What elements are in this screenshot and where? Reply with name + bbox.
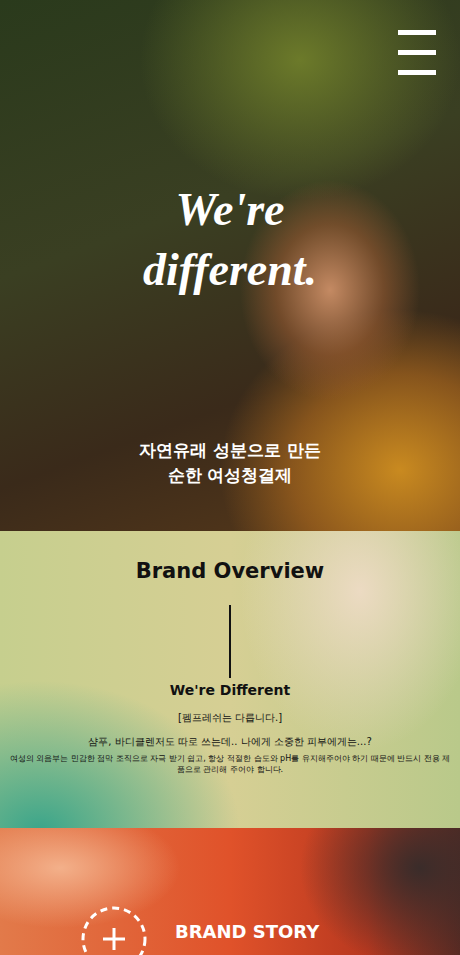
brand-overview-section: Brand Overview We're Different [펨프레쉬는 다릅… [0,531,460,828]
overview-question: 샴푸, 바디클렌저도 따로 쓰는데.. 나에게 소중한 피부에게는...? [88,735,371,749]
overview-body: 여성의 외음부는 민감한 점막 조직으로 자극 받기 쉽고, 항상 적절한 습도… [6,753,454,775]
page: We'redifferent. 자연유래 성분으로 만든순한 여성청결제 Bra… [0,0,460,955]
hero-subtitle-line: 자연유래 성분으로 만든 [139,438,321,463]
overview-title: Brand Overview [136,557,325,585]
divider-line [229,605,231,678]
hero-subtitle-line: 순한 여성청결제 [139,463,321,488]
hero-section: We'redifferent. 자연유래 성분으로 만든순한 여성청결제 [0,0,460,531]
hero-subtitle: 자연유래 성분으로 만든순한 여성청결제 [139,438,321,488]
hero-title: We'redifferent. [143,180,317,300]
hero-title-line: different. [143,240,317,300]
menu-button[interactable] [398,28,436,81]
brand-story-link[interactable]: BRAND STORY [80,905,460,955]
brand-story-label[interactable]: BRAND STORY [175,920,319,944]
plus-circle-icon [80,905,148,955]
brand-story-section: BRAND STORY [0,828,460,955]
hamburger-icon [398,28,436,78]
overview-tagline: [펨프레쉬는 다릅니다.] [178,711,282,725]
hero-title-line: We're [143,180,317,240]
overview-subtitle: We're Different [170,681,290,699]
